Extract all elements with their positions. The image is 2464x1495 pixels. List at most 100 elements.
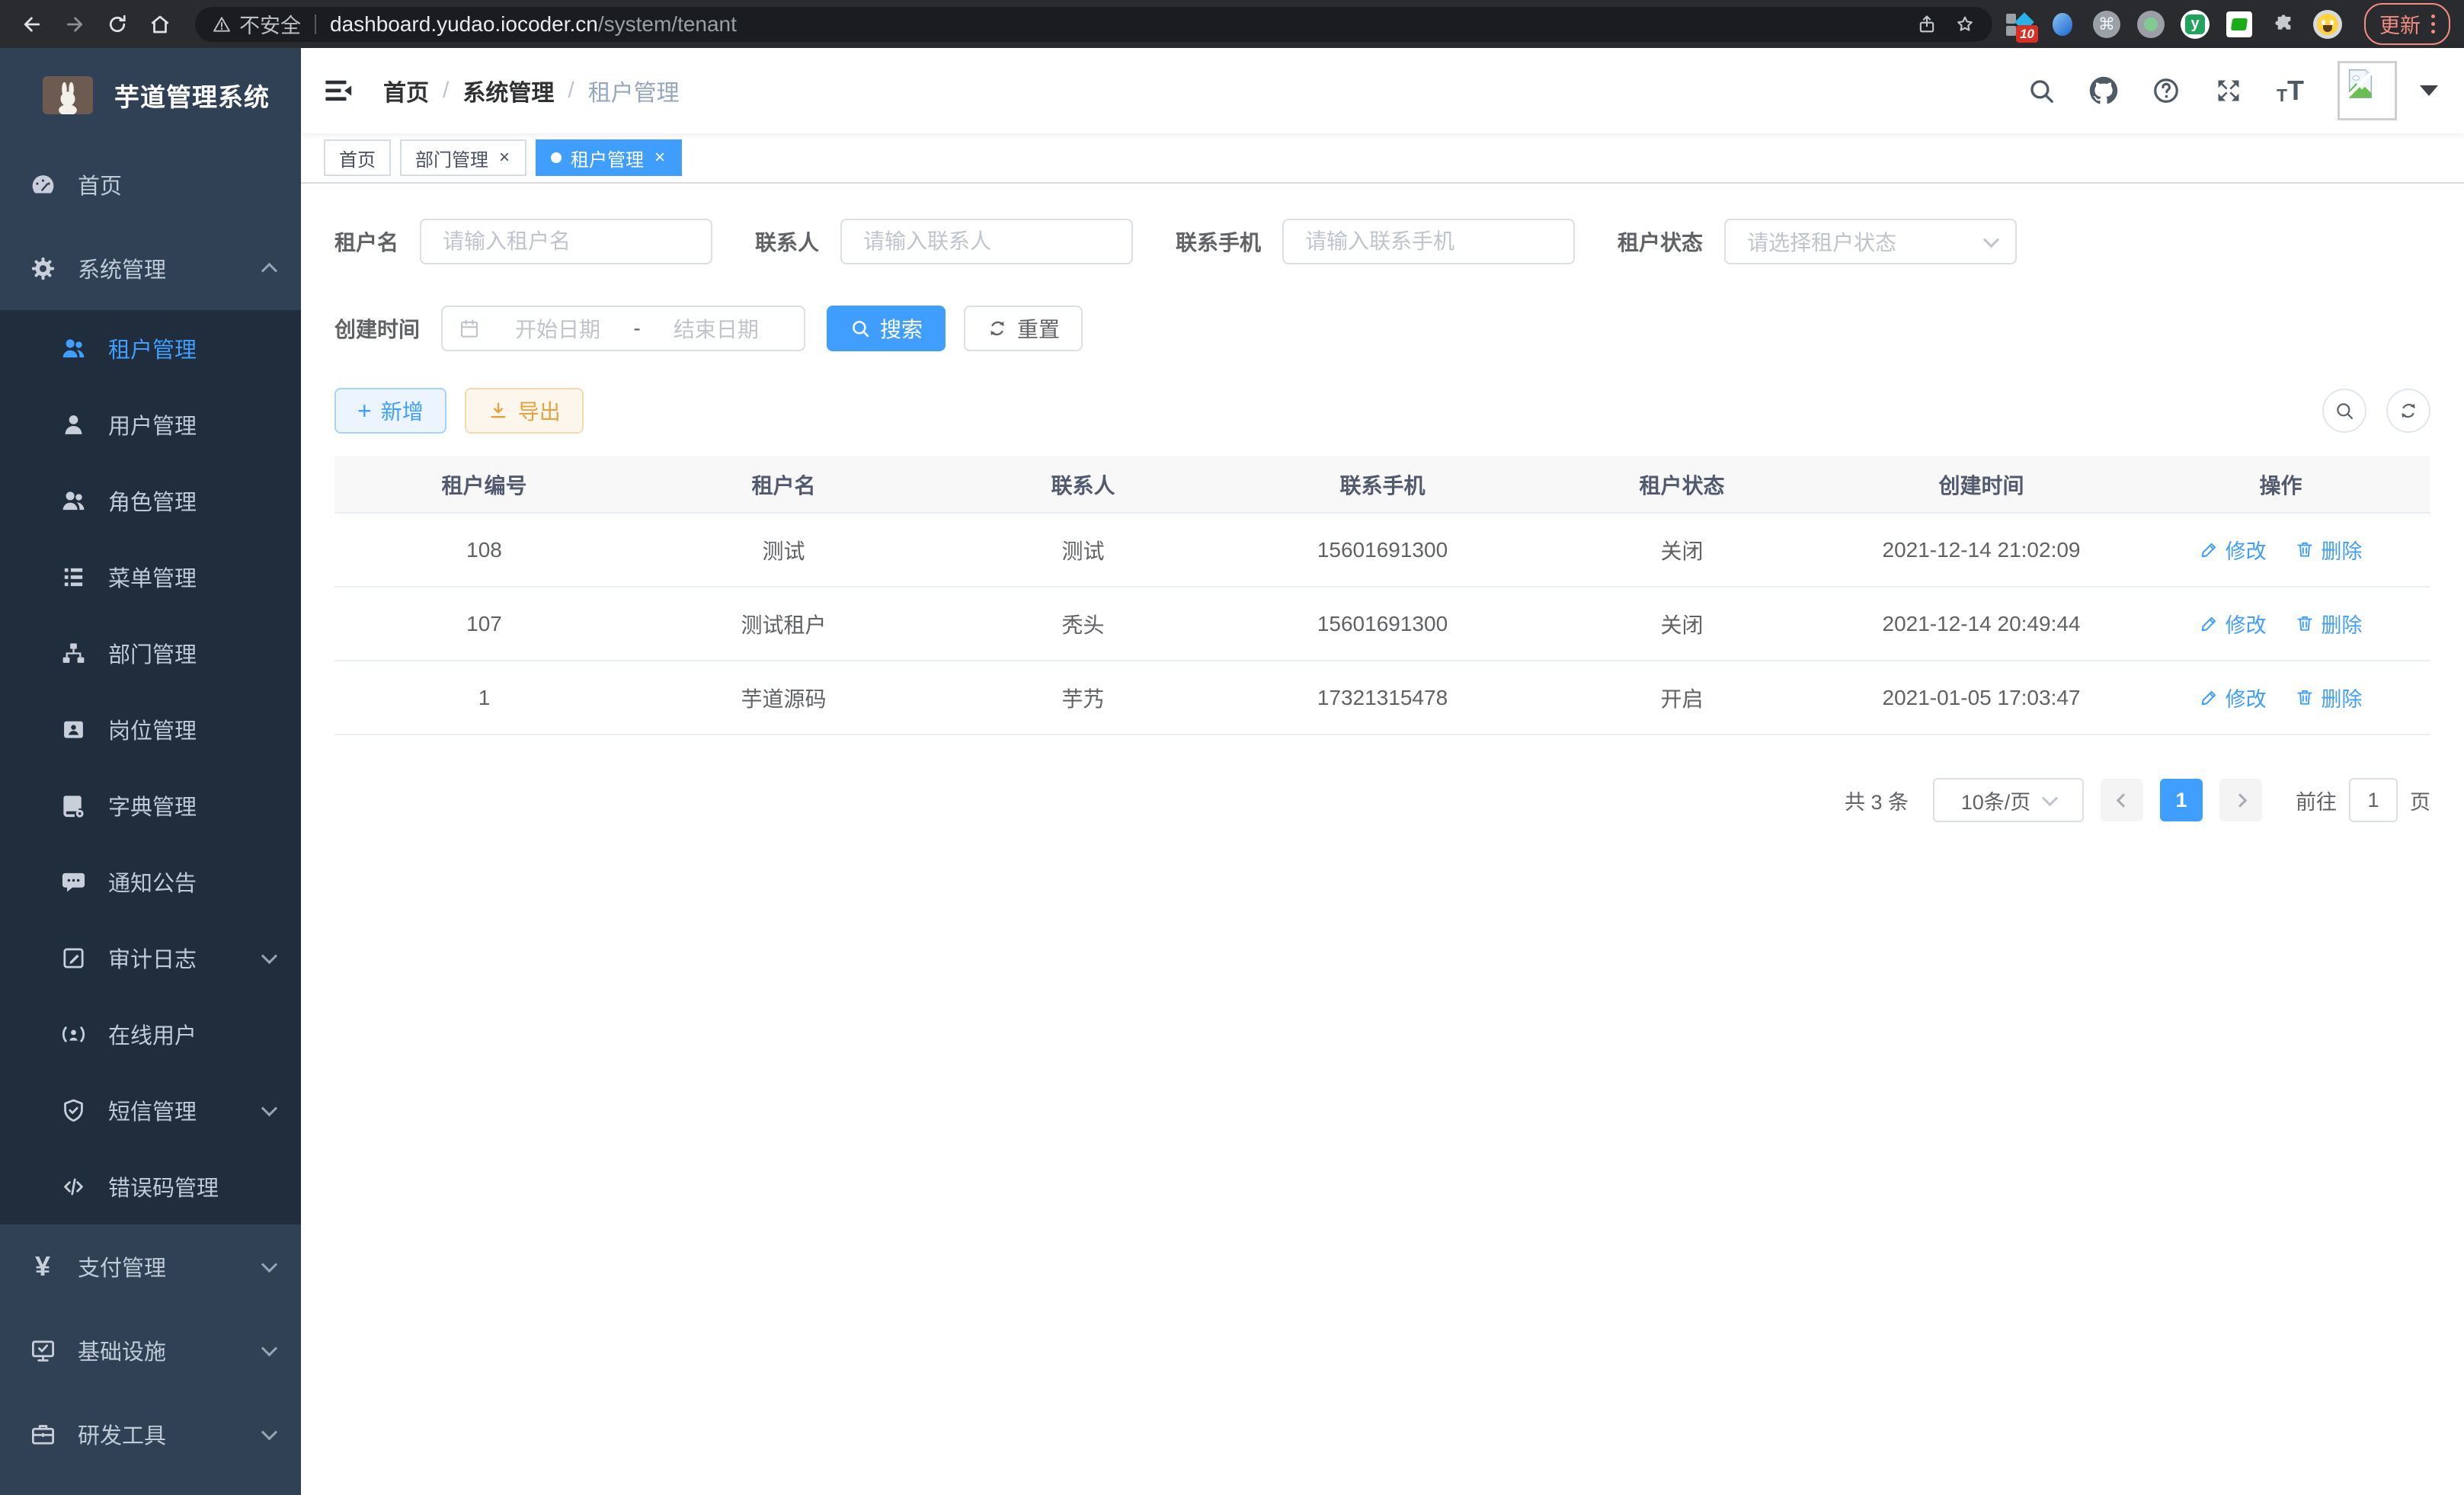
breadcrumb-separator: / (443, 78, 449, 104)
reload-icon[interactable] (99, 6, 136, 43)
next-page-button[interactable] (2219, 779, 2262, 821)
forward-icon[interactable] (56, 6, 93, 43)
github-icon[interactable] (2089, 76, 2118, 105)
tenant-name-label: 租户名 (334, 226, 398, 257)
extension-dot-icon[interactable] (2136, 9, 2166, 40)
calendar-icon (458, 317, 481, 340)
extension-chat-icon[interactable] (2224, 9, 2254, 40)
tenant-name-input[interactable] (420, 219, 712, 264)
browser-toolbar: 不安全 dashboard.yudao.iocoder.cn/system/te… (0, 0, 2464, 48)
chevron-down-icon (261, 948, 277, 964)
share-icon[interactable] (1916, 14, 1938, 35)
status-label: 租户状态 (1618, 226, 1703, 257)
date-end-placeholder[interactable]: 结束日期 (644, 313, 789, 344)
sidebar-item-dept[interactable]: 部门管理 (0, 615, 301, 691)
sidebar-item-dict[interactable]: 字典管理 (0, 767, 301, 844)
page-content: 租户名 联系人 联系手机 租户状态 请选择租户状态 (301, 184, 2464, 1495)
sidebar-item-home[interactable]: 首页 (0, 142, 301, 226)
close-icon[interactable]: × (498, 147, 511, 168)
table-row: 107 测试租户 秃头 15601691300 关闭 2021-12-14 20… (334, 587, 2430, 661)
font-size-icon[interactable]: TT (2277, 77, 2304, 104)
table-header-row: 租户编号 租户名 联系人 联系手机 租户状态 创建时间 操作 (334, 456, 2430, 513)
sidebar-item-online-user[interactable]: 在线用户 (0, 996, 301, 1072)
not-secure-icon[interactable] (212, 14, 232, 34)
browser-menu-icon[interactable] (2431, 14, 2435, 34)
date-start-placeholder[interactable]: 开始日期 (485, 313, 630, 344)
extension-sidekick-icon[interactable]: 10 (2003, 9, 2034, 40)
sidebar-item-pay[interactable]: ¥ 支付管理 (0, 1224, 301, 1308)
delete-link[interactable]: 删除 (2295, 683, 2362, 712)
sidebar-item-menu[interactable]: 菜单管理 (0, 539, 301, 615)
sidebar-item-notice[interactable]: 通知公告 (0, 844, 301, 920)
delete-link[interactable]: 删除 (2295, 535, 2362, 565)
extension-y-icon[interactable]: y (2180, 9, 2210, 40)
fullscreen-icon[interactable] (2214, 76, 2243, 105)
refresh-table-icon[interactable] (2386, 389, 2430, 433)
url-divider (315, 14, 316, 34)
goto-page-input[interactable] (2349, 778, 2398, 822)
back-icon[interactable] (14, 6, 50, 43)
col-status: 租户状态 (1532, 456, 1832, 513)
extension-row: 10 ⌘ y 更新 (2003, 3, 2450, 45)
chrome-update-button[interactable]: 更新 (2364, 3, 2450, 45)
tab-dept[interactable]: 部门管理 × (400, 139, 526, 176)
url-text[interactable]: dashboard.yudao.iocoder.cn/system/tenant (330, 12, 737, 37)
online-user-icon (58, 1021, 88, 1048)
address-bar[interactable]: 不安全 dashboard.yudao.iocoder.cn/system/te… (195, 7, 1992, 42)
page-number-1[interactable]: 1 (2160, 779, 2203, 821)
edit-link[interactable]: 修改 (2200, 683, 2267, 712)
cell-created: 2021-01-05 17:03:47 (1832, 661, 2131, 735)
close-icon[interactable]: × (653, 147, 667, 168)
tenant-table: 租户编号 租户名 联系人 联系手机 租户状态 创建时间 操作 108 测试 测试 (334, 456, 2430, 735)
sidebar-item-tenant[interactable]: 租户管理 (0, 310, 301, 386)
sidebar-item-role[interactable]: 角色管理 (0, 463, 301, 539)
page-size-select[interactable]: 10条/页 (1933, 778, 2084, 822)
sidebar-item-infra[interactable]: 基础设施 (0, 1308, 301, 1392)
sidebar-item-sms[interactable]: 短信管理 (0, 1072, 301, 1148)
help-icon[interactable] (2152, 76, 2181, 105)
extension-balloon-icon[interactable] (2047, 9, 2078, 40)
sidebar-collapse-icon[interactable] (301, 48, 376, 133)
search-button[interactable]: 搜索 (827, 306, 946, 351)
edit-link[interactable]: 修改 (2200, 535, 2267, 565)
sidebar-item-devtools[interactable]: 研发工具 (0, 1392, 301, 1476)
cell-contact: 芋艿 (933, 661, 1233, 735)
extension-emoji-icon[interactable] (2312, 9, 2343, 40)
edit-link[interactable]: 修改 (2200, 609, 2267, 639)
avatar[interactable] (2338, 61, 2397, 120)
bookmark-star-icon[interactable] (1954, 14, 1976, 35)
status-select[interactable]: 请选择租户状态 (1724, 219, 2017, 264)
export-button[interactable]: 导出 (465, 388, 584, 434)
chevron-down-icon (2042, 790, 2058, 806)
header-search-icon[interactable] (2027, 76, 2056, 105)
home-icon[interactable] (142, 6, 178, 43)
sidebar-item-user[interactable]: 用户管理 (0, 386, 301, 463)
contact-input[interactable] (840, 219, 1133, 264)
sidebar-item-error-code[interactable]: 错误码管理 (0, 1148, 301, 1224)
sidebar-item-post[interactable]: 岗位管理 (0, 691, 301, 767)
prev-page-button[interactable] (2101, 779, 2143, 821)
tab-tenant[interactable]: 租户管理 × (536, 139, 682, 176)
extension-command-icon[interactable]: ⌘ (2091, 9, 2122, 40)
delete-link[interactable]: 删除 (2295, 609, 2362, 639)
cell-actions: 修改 删除 (2131, 587, 2430, 661)
extensions-puzzle-icon[interactable] (2268, 9, 2299, 40)
phone-input[interactable] (1282, 219, 1575, 264)
sidebar-item-audit-log[interactable]: 审计日志 (0, 920, 301, 996)
add-button[interactable]: + 新增 (334, 388, 446, 434)
sidebar-logo[interactable]: 芋道管理系统 (0, 48, 301, 142)
date-range-picker[interactable]: 开始日期 - 结束日期 (441, 306, 805, 351)
avatar-dropdown-caret[interactable] (2420, 85, 2438, 96)
audit-log-icon (58, 945, 88, 972)
chevron-down-icon (261, 1257, 277, 1273)
security-label[interactable]: 不安全 (239, 9, 301, 39)
phone-label: 联系手机 (1176, 226, 1261, 257)
tab-home[interactable]: 首页 (324, 139, 391, 176)
breadcrumb-system[interactable]: 系统管理 (462, 74, 554, 107)
sidebar-item-system[interactable]: 系统管理 (0, 226, 301, 310)
logo-rabbit-image (43, 76, 93, 114)
gear-icon (27, 255, 58, 282)
reset-button[interactable]: 重置 (964, 306, 1083, 351)
show-search-icon[interactable] (2322, 389, 2366, 433)
breadcrumb-home[interactable]: 首页 (383, 74, 429, 107)
